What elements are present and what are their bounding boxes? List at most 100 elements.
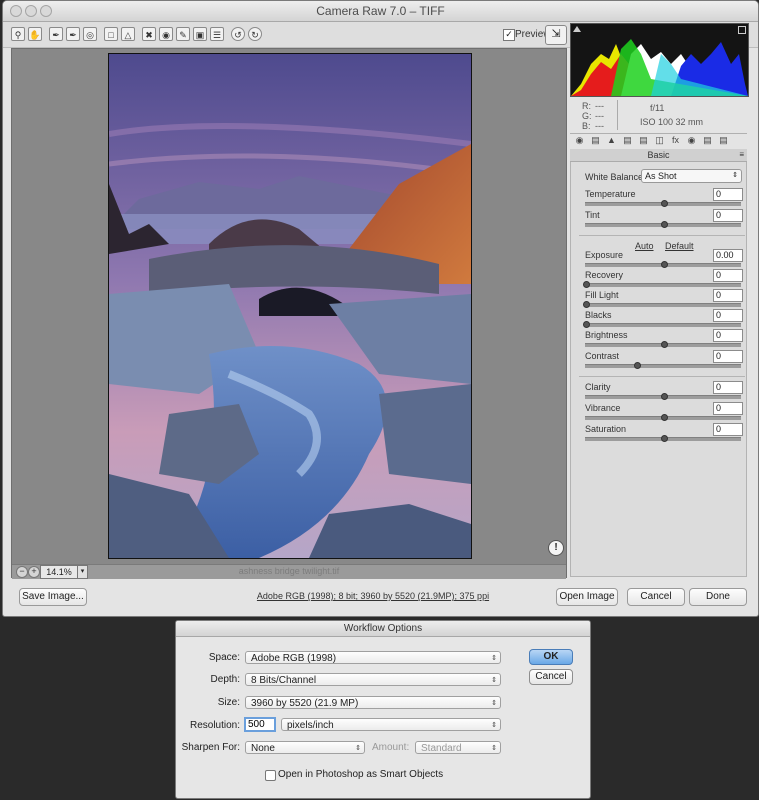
- open-image-button[interactable]: Open Image: [556, 588, 618, 606]
- sharpen-select[interactable]: None ⇕: [245, 741, 365, 754]
- slider-thumb[interactable]: [634, 362, 641, 369]
- slider-value-field[interactable]: 0: [713, 381, 743, 394]
- select-arrow-icon: ⇕: [491, 677, 497, 684]
- red-eye-icon[interactable]: ◉: [159, 27, 173, 41]
- spot-removal-icon[interactable]: ✖: [142, 27, 156, 41]
- slider-row-brightness: Brightness 0: [571, 329, 748, 350]
- slider-label: Contrast: [585, 351, 620, 361]
- adjustment-brush-icon[interactable]: ✎: [176, 27, 190, 41]
- slider-label: Vibrance: [585, 403, 621, 413]
- depth-select[interactable]: 8 Bits/Channel ⇕: [245, 673, 501, 686]
- slider-row-vibrance: Vibrance 0: [571, 402, 748, 423]
- slider-track[interactable]: [585, 303, 741, 307]
- slider-row-recovery: Recovery 0: [571, 269, 748, 290]
- separator: [579, 235, 745, 236]
- r-value: ---: [595, 101, 604, 111]
- crop-icon[interactable]: □: [104, 27, 118, 41]
- slider-value-field[interactable]: 0: [713, 350, 743, 363]
- done-button[interactable]: Done: [689, 588, 747, 606]
- tab-tone-curve-icon[interactable]: ▤: [590, 135, 601, 146]
- tab-basic-icon[interactable]: ◉: [574, 135, 585, 146]
- graduated-filter-icon[interactable]: ▣: [193, 27, 207, 41]
- resolution-input[interactable]: [244, 717, 276, 732]
- panel-menu-icon[interactable]: ≡: [739, 149, 744, 161]
- preferences-icon[interactable]: ☰: [210, 27, 224, 41]
- rgb-info: R: --- G: --- B: --- f/11 ISO 100 32 mm: [570, 97, 747, 134]
- slider-value-field[interactable]: 0: [713, 309, 743, 322]
- fullscreen-icon[interactable]: ⇲: [545, 25, 567, 45]
- slider-thumb[interactable]: [661, 221, 668, 228]
- slider-label: Clarity: [585, 382, 611, 392]
- space-select[interactable]: Adobe RGB (1998) ⇕: [245, 651, 501, 664]
- b-value: ---: [595, 121, 604, 131]
- slider-value-field[interactable]: 0: [713, 329, 743, 342]
- workflow-options-link[interactable]: Adobe RGB (1998); 8 bit; 3960 by 5520 (2…: [243, 591, 503, 601]
- space-label: Space:: [208, 652, 240, 663]
- tab-snapshots-icon[interactable]: ▤: [718, 135, 729, 146]
- slider-thumb[interactable]: [661, 435, 668, 442]
- select-arrow-icon: ⇕: [491, 745, 497, 752]
- tab-lens-icon[interactable]: ◫: [654, 135, 665, 146]
- panel-header: Basic ≡: [570, 149, 747, 162]
- white-balance-select[interactable]: As Shot ⇕: [641, 169, 742, 183]
- resolution-unit-select[interactable]: pixels/inch ⇕: [281, 718, 501, 731]
- slider-thumb[interactable]: [583, 301, 590, 308]
- tab-camera-calibration-icon[interactable]: ◉: [686, 135, 697, 146]
- select-arrow-icon: ⇕: [491, 722, 497, 729]
- rotate-cw-icon[interactable]: ↻: [248, 27, 262, 41]
- straighten-icon[interactable]: △: [121, 27, 135, 41]
- slider-thumb[interactable]: [661, 200, 668, 207]
- tab-presets-icon[interactable]: ▤: [702, 135, 713, 146]
- slider-value-field[interactable]: 0: [713, 423, 743, 436]
- slider-value-field[interactable]: 0: [713, 269, 743, 282]
- slider-thumb[interactable]: [661, 261, 668, 268]
- slider-value-field[interactable]: 0: [713, 209, 743, 222]
- save-image-button[interactable]: Save Image...: [19, 588, 87, 606]
- image-preview-area[interactable]: ! − + 14.1% ▾ ashness bridge twilight.ti…: [11, 48, 567, 579]
- slider-thumb[interactable]: [583, 321, 590, 328]
- slider-row-saturation: Saturation 0: [571, 423, 748, 444]
- g-label: G:: [582, 111, 592, 121]
- select-arrow-icon: ⇕: [355, 745, 361, 752]
- g-value: ---: [595, 111, 604, 121]
- slider-thumb[interactable]: [661, 341, 668, 348]
- slider-label: Recovery: [585, 270, 624, 280]
- tab-hsl-icon[interactable]: ▤: [622, 135, 633, 146]
- photo-image: [109, 54, 471, 558]
- tab-split-toning-icon[interactable]: ▤: [638, 135, 649, 146]
- ok-button[interactable]: OK: [529, 649, 573, 665]
- eyedropper-icon[interactable]: ✒: [49, 27, 63, 41]
- tab-fx-icon[interactable]: fx: [670, 135, 681, 146]
- basic-panel: White Balance: As Shot ⇕ Auto Default Te…: [570, 162, 747, 577]
- zoom-icon[interactable]: ⚲: [11, 27, 25, 41]
- slider-thumb[interactable]: [661, 393, 668, 400]
- size-select[interactable]: 3960 by 5520 (21.9 MP) ⇕: [245, 696, 501, 709]
- amount-value: Standard: [421, 743, 462, 754]
- hand-icon[interactable]: ✋: [28, 27, 42, 41]
- rotate-ccw-icon[interactable]: ↺: [231, 27, 245, 41]
- slider-track[interactable]: [585, 364, 741, 368]
- dialog-cancel-button[interactable]: Cancel: [529, 669, 573, 685]
- slider-track[interactable]: [585, 323, 741, 327]
- slider-thumb[interactable]: [583, 281, 590, 288]
- slider-value-field[interactable]: 0: [713, 188, 743, 201]
- target-adjust-icon[interactable]: ◎: [83, 27, 97, 41]
- slider-value-field[interactable]: 0: [713, 289, 743, 302]
- slider-track[interactable]: [585, 283, 741, 287]
- slider-thumb[interactable]: [661, 414, 668, 421]
- iso-focal-value: ISO 100 32 mm: [640, 117, 704, 127]
- dialog-title: Workflow Options: [176, 621, 590, 637]
- smart-objects-checkbox[interactable]: [265, 770, 276, 781]
- highlight-warning-icon[interactable]: !: [548, 540, 564, 556]
- color-sampler-icon[interactable]: ✒: [66, 27, 80, 41]
- shadow-clipping-icon[interactable]: [573, 26, 581, 32]
- status-bar: − + 14.1% ▾ ashness bridge twilight.tif: [12, 564, 566, 579]
- highlight-clipping-icon[interactable]: [738, 26, 746, 34]
- preview-checkbox[interactable]: ✓: [503, 29, 515, 41]
- tab-detail-icon[interactable]: ▲: [606, 135, 617, 146]
- amount-select[interactable]: Standard ⇕: [415, 741, 501, 754]
- slider-value-field[interactable]: 0.00: [713, 249, 743, 262]
- cancel-button[interactable]: Cancel: [627, 588, 685, 606]
- amount-label: Amount:: [372, 742, 410, 753]
- slider-value-field[interactable]: 0: [713, 402, 743, 415]
